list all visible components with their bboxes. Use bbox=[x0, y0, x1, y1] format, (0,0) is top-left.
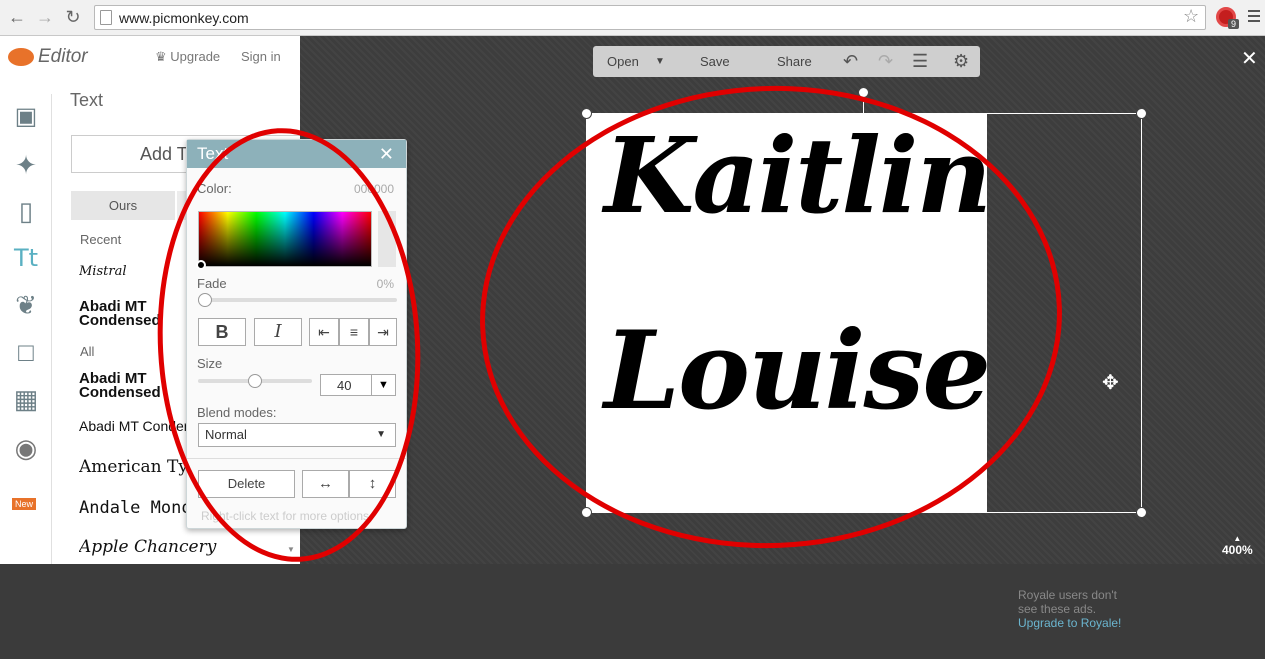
save-button[interactable]: Save bbox=[700, 54, 730, 69]
open-button[interactable]: Open bbox=[607, 54, 639, 69]
tab-ours[interactable]: Ours bbox=[71, 191, 175, 220]
page-icon bbox=[100, 10, 112, 25]
redo-icon[interactable]: ↷ bbox=[878, 51, 893, 72]
open-dropdown-icon[interactable]: ▼ bbox=[655, 56, 665, 67]
monkey-icon bbox=[8, 47, 34, 66]
resize-handle-top-right[interactable] bbox=[1136, 108, 1147, 119]
text-icon[interactable]: Tt bbox=[8, 240, 44, 276]
undo-icon[interactable]: ↶ bbox=[843, 51, 858, 72]
zoom-up-icon: ▲ bbox=[1233, 534, 1242, 543]
resize-handle-bottom-right[interactable] bbox=[1136, 507, 1147, 518]
butterfly-icon[interactable]: ❦ bbox=[8, 287, 44, 323]
bottom-ad-area: Royale users don't see these ads. Upgrad… bbox=[0, 564, 1265, 659]
bookmark-star-icon[interactable]: ☆ bbox=[1183, 6, 1199, 27]
recent-header: Recent bbox=[80, 232, 122, 247]
new-badge: New bbox=[12, 498, 37, 510]
upgrade-link[interactable]: ♛ Upgrade bbox=[155, 49, 220, 65]
url-text: www.picmonkey.com bbox=[119, 10, 249, 26]
browser-menu-icon[interactable] bbox=[1248, 10, 1260, 25]
browser-chrome: ← → ↻ www.picmonkey.com ☆ 9 bbox=[0, 0, 1265, 36]
app-logo[interactable]: Editor bbox=[8, 46, 88, 68]
move-icon[interactable]: ✥ bbox=[1102, 370, 1119, 395]
lipstick-icon[interactable]: ▯ bbox=[8, 193, 44, 229]
zoom-level: 400% bbox=[1222, 543, 1253, 557]
font-item-american-typewriter[interactable]: American Typewriter bbox=[79, 457, 187, 477]
close-editor-icon[interactable]: ✕ bbox=[1241, 46, 1258, 71]
texture-icon[interactable]: ▦ bbox=[8, 381, 44, 417]
back-icon[interactable]: ← bbox=[6, 6, 28, 28]
layers-icon[interactable]: ☰ bbox=[912, 51, 928, 72]
resize-handle-top-left[interactable] bbox=[581, 108, 592, 119]
ad-line1: Royale users don't bbox=[1018, 588, 1118, 602]
resize-handle-bottom-left[interactable] bbox=[581, 507, 592, 518]
panel-title: Text bbox=[70, 90, 104, 110]
forward-icon[interactable]: → bbox=[34, 6, 56, 28]
magic-wand-icon[interactable]: ✦ bbox=[8, 147, 44, 183]
font-item-mistral[interactable]: Mistral bbox=[79, 264, 127, 279]
editor-toolbar: Open ▼ Save Share ↶ ↷ ☰ ⚙ bbox=[593, 46, 980, 77]
font-item-andale-mono[interactable]: Andale Mono bbox=[79, 498, 187, 518]
extension-badge: 9 bbox=[1228, 19, 1240, 29]
pumpkin-icon[interactable]: ◉ bbox=[8, 430, 44, 466]
sign-in-link[interactable]: Sign in bbox=[241, 49, 281, 64]
settings-gear-icon[interactable]: ⚙ bbox=[953, 51, 969, 72]
logo-text: Editor bbox=[38, 46, 88, 67]
address-bar[interactable]: www.picmonkey.com bbox=[94, 5, 1206, 30]
tool-sidebar: ▣ ✦ ▯ Tt ❦ □ ▦ ◉ bbox=[0, 94, 52, 564]
reload-icon[interactable]: ↻ bbox=[62, 6, 84, 28]
upgrade-royale-link[interactable]: Upgrade to Royale! bbox=[1018, 616, 1121, 630]
royale-ad: Royale users don't see these ads. Upgrad… bbox=[1018, 588, 1121, 630]
ad-line2: see these ads. bbox=[1018, 602, 1097, 616]
frame-icon[interactable]: □ bbox=[8, 334, 44, 370]
all-header: All bbox=[80, 344, 95, 359]
zoom-indicator[interactable]: ▲ 400% bbox=[1222, 534, 1253, 557]
dialog-close-icon[interactable]: ✕ bbox=[379, 140, 394, 168]
share-button[interactable]: Share bbox=[777, 54, 812, 69]
crop-icon[interactable]: ▣ bbox=[8, 99, 44, 135]
